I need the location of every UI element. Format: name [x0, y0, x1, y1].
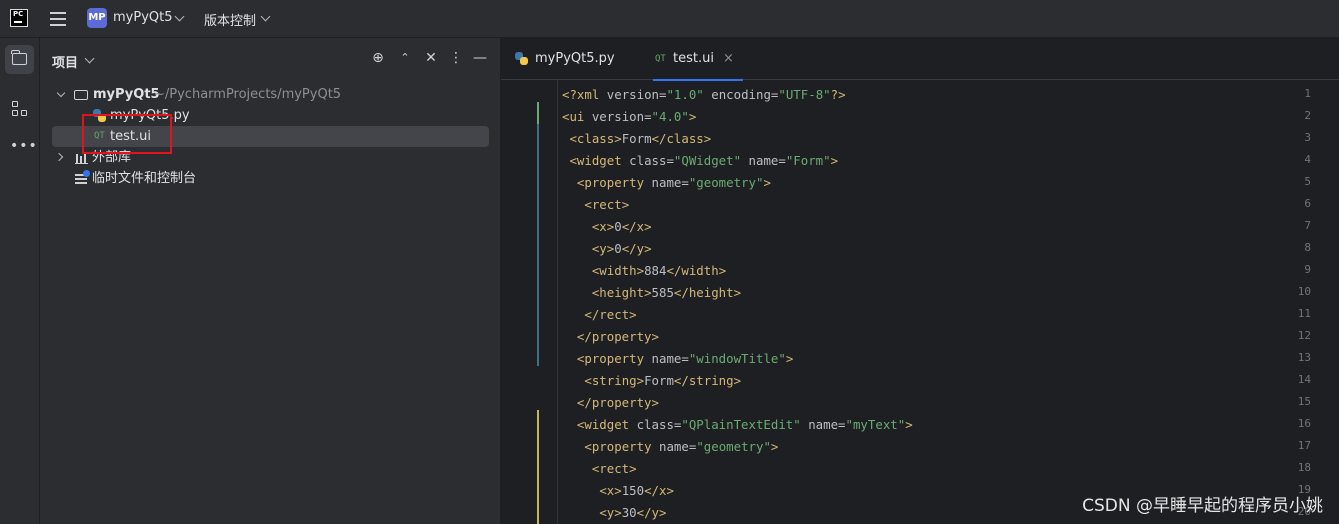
line-number: 1	[1304, 87, 1311, 100]
folder-icon	[74, 88, 88, 101]
change-marker	[537, 410, 539, 524]
chevron-down-icon[interactable]	[260, 11, 271, 22]
project-tool-button[interactable]	[5, 45, 34, 74]
line-number: 14	[1297, 373, 1311, 386]
locate-icon[interactable]: ⊕	[370, 50, 386, 66]
line-number: 9	[1304, 263, 1311, 276]
tree-item-label: myPyQt5	[93, 87, 160, 102]
code-line[interactable]: <rect>	[562, 194, 629, 216]
main-menu-icon[interactable]	[50, 12, 66, 26]
tool-window-strip: •••	[0, 38, 40, 524]
line-number: 16	[1297, 417, 1311, 430]
code-line[interactable]: <y>30</y>	[562, 502, 666, 524]
tab-mypyqt5-py[interactable]: myPyQt5.py	[515, 38, 615, 80]
line-number: 18	[1297, 461, 1311, 474]
expand-all-icon[interactable]: ⌃	[397, 50, 413, 66]
code-line[interactable]: </property>	[562, 392, 659, 414]
code-line[interactable]: <property name="geometry">	[562, 436, 778, 458]
code-line[interactable]: <?xml version="1.0" encoding="UTF-8"?>	[562, 84, 846, 106]
line-number: 10	[1297, 285, 1311, 298]
line-number: 4	[1304, 153, 1311, 166]
chevron-down-icon[interactable]	[56, 88, 66, 98]
line-number: 7	[1304, 219, 1311, 232]
tab-label: test.ui	[673, 51, 714, 66]
chevron-right-icon[interactable]	[54, 152, 64, 162]
code-line[interactable]: <property name="windowTitle">	[562, 348, 793, 370]
tree-item-scratches[interactable]: 临时文件和控制台	[40, 168, 501, 189]
indent-guide	[557, 80, 558, 524]
vcs-menu[interactable]: 版本控制	[204, 10, 256, 29]
more-tools-icon[interactable]: •••	[10, 138, 38, 154]
code-line[interactable]: <x>0</x>	[562, 216, 652, 238]
line-number: 13	[1297, 351, 1311, 364]
line-number: 15	[1297, 395, 1311, 408]
code-line[interactable]: <widget class="QWidget" name="Form">	[562, 150, 838, 172]
logo-text: PC	[13, 10, 24, 18]
folder-icon	[11, 50, 27, 65]
close-icon[interactable]: ×	[723, 38, 734, 80]
change-marker	[537, 124, 539, 366]
code-line[interactable]: <height>585</height>	[562, 282, 741, 304]
hide-icon[interactable]: —	[472, 50, 488, 66]
line-number: 3	[1304, 131, 1311, 144]
code-line[interactable]: <class>Form</class>	[562, 128, 711, 150]
tree-item-project-root[interactable]: myPyQt5 ~/PycharmProjects/myPyQt5	[40, 84, 501, 105]
panel-title[interactable]: 项目	[52, 52, 78, 71]
chevron-down-icon[interactable]	[174, 11, 185, 22]
line-number: 5	[1304, 175, 1311, 188]
tab-test-ui[interactable]: QT test.ui ×	[653, 38, 743, 81]
structure-icon	[12, 101, 28, 117]
code-line[interactable]: <y>0</y>	[562, 238, 652, 260]
code-line[interactable]: <property name="geometry">	[562, 172, 771, 194]
code-line[interactable]: <x>150</x>	[562, 480, 674, 502]
collapse-all-icon[interactable]: ✕	[423, 50, 439, 66]
project-panel: 项目 ⊕ ⌃ ✕ ⋮ — myPyQt5 ~/PycharmProjects/m…	[40, 38, 501, 524]
line-number: 6	[1304, 197, 1311, 210]
chevron-down-icon[interactable]	[84, 53, 95, 64]
code-line[interactable]: <width>884</width>	[562, 260, 726, 282]
change-marker	[537, 102, 539, 124]
code-line[interactable]: <rect>	[562, 458, 637, 480]
editor-area: myPyQt5.py QT test.ui × <?xml version="1…	[501, 38, 1339, 524]
panel-toolbar: ⊕ ⌃ ✕ ⋮ —	[370, 50, 490, 68]
qt-file-icon: QT	[655, 54, 666, 64]
project-badge[interactable]: MP	[87, 8, 107, 28]
line-gutter	[501, 80, 561, 524]
structure-tool-button[interactable]	[5, 95, 34, 124]
editor-tabs: myPyQt5.py QT test.ui ×	[501, 38, 1339, 81]
code-line[interactable]: <string>Form</string>	[562, 370, 741, 392]
code-line[interactable]: <ui version="4.0">	[562, 106, 696, 128]
project-name-dropdown[interactable]: myPyQt5	[113, 10, 173, 25]
annotation-highlight-box	[82, 114, 172, 154]
line-number: 2	[1304, 109, 1311, 122]
line-number: 12	[1297, 329, 1311, 342]
code-line[interactable]: </property>	[562, 326, 659, 348]
tab-label: myPyQt5.py	[535, 51, 615, 66]
line-number: 8	[1304, 241, 1311, 254]
tree-item-label: 临时文件和控制台	[92, 171, 197, 186]
options-icon[interactable]: ⋮	[448, 50, 464, 66]
line-number: 17	[1297, 439, 1311, 452]
title-bar: PC MP myPyQt5 版本控制	[0, 0, 1339, 38]
code-line[interactable]: <widget class="QPlainTextEdit" name="myT…	[562, 414, 913, 436]
watermark: CSDN @早睡早起的程序员小姚	[1082, 496, 1323, 516]
line-number: 11	[1297, 307, 1311, 320]
tree-item-path: ~/PycharmProjects/myPyQt5	[154, 87, 342, 102]
pycharm-logo-icon[interactable]: PC	[10, 9, 28, 27]
scratches-icon	[75, 170, 90, 185]
python-file-icon	[515, 52, 528, 65]
code-line[interactable]: </rect>	[562, 304, 636, 326]
